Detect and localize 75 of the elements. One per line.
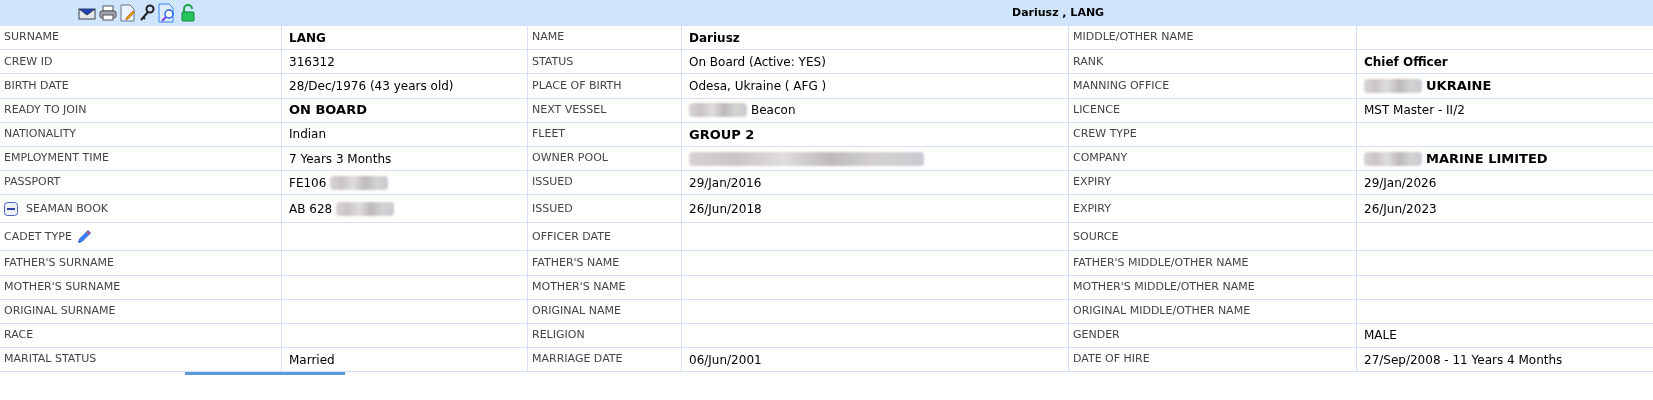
- field-label: PASSPORT: [4, 174, 61, 191]
- field-label: CADET TYPE: [4, 228, 72, 245]
- field-label: RANK: [1073, 53, 1104, 70]
- key-icon[interactable]: [139, 3, 155, 22]
- field-value: GROUP 2: [689, 125, 755, 144]
- field-label: FATHER'S SURNAME: [4, 254, 114, 271]
- document-pencil-icon[interactable]: [120, 3, 136, 22]
- field-label: EMPLOYMENT TIME: [4, 150, 109, 167]
- unlock-icon[interactable]: [181, 3, 195, 22]
- field-value: Beacon: [751, 102, 796, 120]
- field-label: ORIGINAL MIDDLE/OTHER NAME: [1073, 303, 1251, 320]
- pencil-icon[interactable]: [75, 228, 92, 245]
- field-label: MIDDLE/OTHER NAME: [1073, 29, 1194, 46]
- field-label: ORIGINAL SURNAME: [4, 303, 116, 320]
- field-value: On Board (Active: YES): [689, 53, 826, 71]
- field-value: MST Master - II/2: [1364, 102, 1465, 120]
- field-value: 28/Dec/1976 (43 years old): [289, 77, 454, 95]
- field-value: Dariusz: [689, 29, 740, 47]
- field-label: LICENCE: [1073, 101, 1120, 118]
- field-label: GENDER: [1073, 327, 1120, 344]
- field-value: 26/Jun/2018: [689, 200, 762, 218]
- scrollbar-thumb[interactable]: [185, 372, 345, 376]
- field-value: ON BOARD: [289, 101, 367, 120]
- field-value: 29/Jan/2016: [689, 174, 762, 192]
- field-value: Chief Officer: [1364, 53, 1448, 71]
- field-label: SOURCE: [1073, 228, 1119, 245]
- field-label: EXPIRY: [1073, 200, 1112, 217]
- field-label: NATIONALITY: [4, 126, 77, 143]
- field-value: UKRAINE: [1426, 77, 1492, 96]
- field-label: MOTHER'S SURNAME: [4, 278, 121, 295]
- field-label: SURNAME: [4, 29, 59, 46]
- field-label: NAME: [532, 29, 565, 46]
- field-label: PLACE OF BIRTH: [532, 77, 622, 94]
- field-value: 7 Years 3 Months: [289, 150, 392, 168]
- field-label: CREW TYPE: [1073, 126, 1137, 143]
- field-label: FATHER'S NAME: [532, 254, 620, 271]
- field-label: CREW ID: [4, 53, 53, 70]
- field-label: OWNER POOL: [532, 150, 608, 167]
- header-title: Dariusz , LANG: [1012, 5, 1105, 21]
- field-value: Indian: [289, 126, 327, 144]
- field-label: OFFICER DATE: [532, 228, 611, 245]
- field-value: Odesa, Ukraine ( AFG ): [689, 77, 827, 95]
- field-label: MANNING OFFICE: [1073, 77, 1170, 94]
- field-value: 26/Jun/2023: [1364, 200, 1437, 218]
- field-value: MALE: [1364, 327, 1397, 345]
- field-label: ISSUED: [532, 174, 573, 191]
- field-label: READY TO JOIN: [4, 101, 87, 118]
- field-label: BIRTH DATE: [4, 77, 69, 94]
- field-label: MOTHER'S MIDDLE/OTHER NAME: [1073, 278, 1255, 295]
- field-label: MARRIAGE DATE: [532, 351, 623, 368]
- field-label: NEXT VESSEL: [532, 101, 607, 118]
- field-label: SEAMAN BOOK: [26, 200, 109, 217]
- field-label: EXPIRY: [1073, 174, 1112, 191]
- field-label: RACE: [4, 327, 34, 344]
- field-label: COMPANY: [1073, 150, 1128, 167]
- field-value: Married: [289, 351, 335, 369]
- printer-icon[interactable]: [99, 4, 117, 21]
- field-label: ISSUED: [532, 200, 573, 217]
- field-label: STATUS: [532, 53, 574, 70]
- field-label: FLEET: [532, 126, 566, 143]
- field-value: AB 628: [289, 200, 333, 218]
- field-label: MOTHER'S NAME: [532, 278, 626, 295]
- field-label: RELIGION: [532, 327, 585, 344]
- field-value: 27/Sep/2008 - 11 Years 4 Months: [1364, 351, 1563, 369]
- field-label: DATE OF HIRE: [1073, 351, 1150, 368]
- field-label: ORIGINAL NAME: [532, 303, 621, 320]
- field-value: FE106: [289, 174, 327, 192]
- field-value: 29/Jan/2026: [1364, 174, 1437, 192]
- field-value: 06/Jun/2001: [689, 351, 762, 369]
- field-value: LANG: [289, 29, 326, 47]
- field-value: MARINE LIMITED: [1426, 149, 1548, 168]
- field-value: 316312: [289, 53, 335, 71]
- collapse-icon[interactable]: [4, 201, 18, 216]
- field-label: FATHER'S MIDDLE/OTHER NAME: [1073, 254, 1249, 271]
- field-label: MARITAL STATUS: [4, 351, 97, 368]
